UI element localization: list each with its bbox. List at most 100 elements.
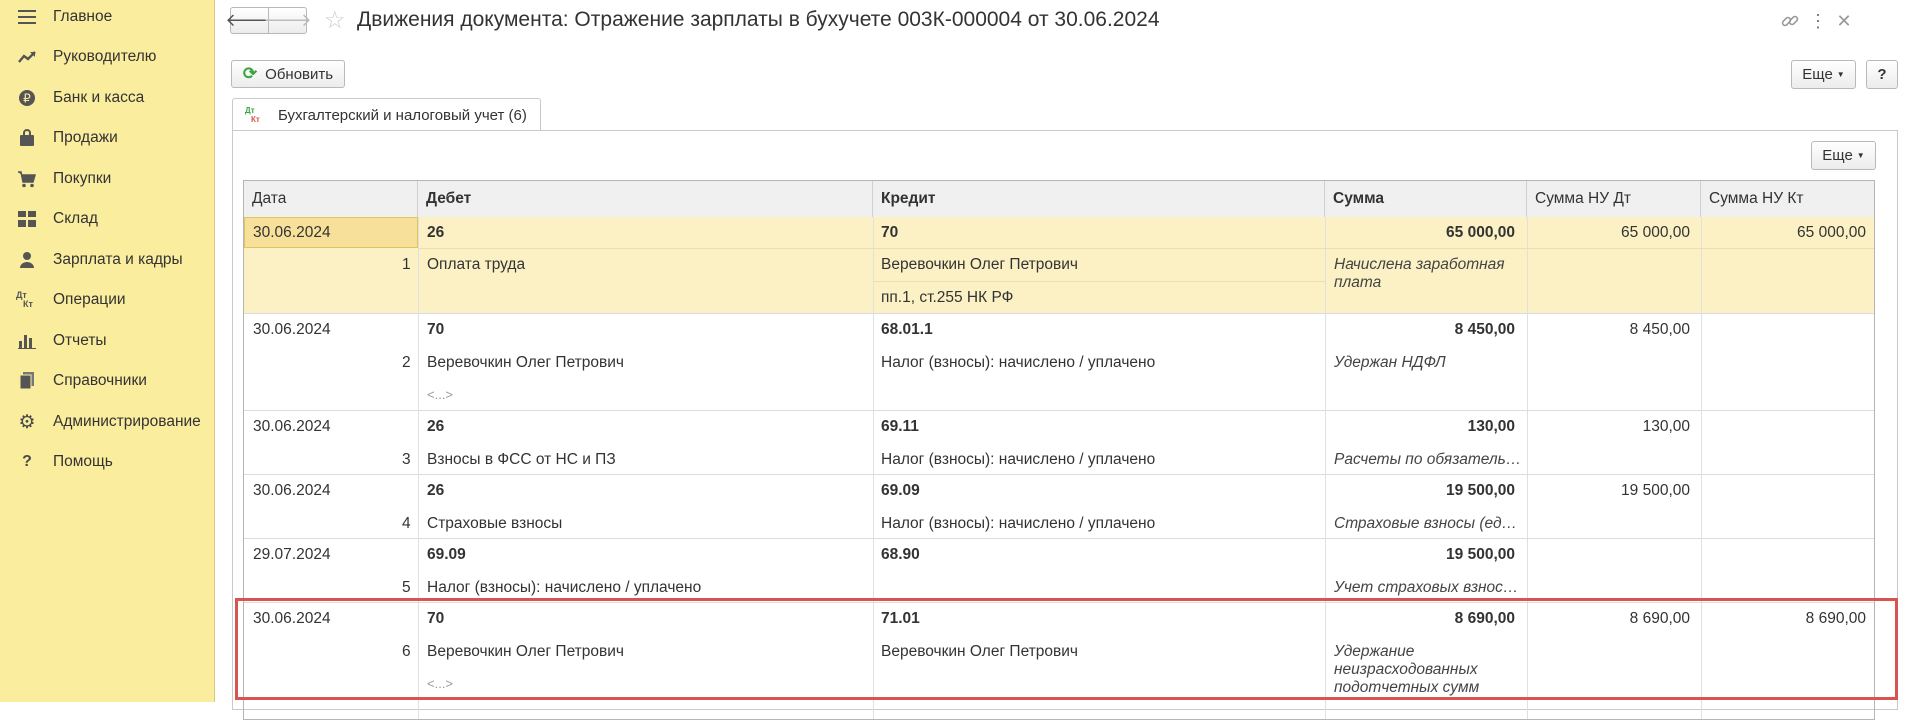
sidebar-item-admin[interactable]: ⚙ Администрирование [0, 402, 215, 442]
sidebar-item-reports[interactable]: Отчеты [0, 321, 215, 361]
column-header-credit[interactable]: Кредит [873, 181, 1325, 217]
cell-sum: 8 690,00 [1454, 610, 1515, 627]
table-row[interactable]: 30.06.2024 2 70 Веревочкин Олег Петрович… [244, 314, 1874, 411]
table-header: Дата Дебет Кредит Сумма Сумма НУ Дт Сумм… [244, 181, 1874, 218]
cell-num: 2 [402, 354, 411, 371]
cell-date: 30.06.2024 [253, 224, 331, 241]
table-row[interactable]: 30.06.2024 1 26 Оплата труда 70 Веревочк… [244, 217, 1874, 314]
cell-debit: 26 [427, 418, 445, 435]
bar-chart-icon [16, 330, 38, 352]
cell-debit-sub: Веревочкин Олег Петрович [427, 643, 624, 660]
dropdown-arrow-icon: ▼ [1856, 151, 1865, 160]
column-header-debit[interactable]: Дебет [418, 181, 873, 217]
cell-sum: 19 500,00 [1446, 482, 1515, 499]
refresh-button[interactable]: ⟳ Обновить [231, 60, 345, 88]
sidebar-item-sales[interactable]: Продажи [0, 118, 215, 158]
cell-num: 1 [402, 256, 411, 273]
bag-icon [16, 127, 38, 149]
help-button[interactable]: ? [1866, 60, 1898, 89]
sidebar-item-label: Покупки [53, 170, 112, 187]
sidebar-item-help[interactable]: ? Помощь [0, 442, 215, 482]
refresh-icon: ⟳ [242, 64, 258, 83]
cell-description: Страховые взносы (ед… [1334, 515, 1518, 532]
cell-credit-sub: Веревочкин Олег Петрович [881, 643, 1078, 660]
cell-debit-sub: Налог (взносы): начислено / уплачено [427, 579, 702, 596]
cell-debit-sub: Оплата труда [427, 256, 526, 273]
forward-button[interactable]: 🡒 [263, 7, 312, 34]
more-vertical-icon[interactable]: ⋮ [1807, 10, 1829, 32]
sidebar-item-references[interactable]: Справочники [0, 361, 215, 401]
sidebar-item-operations[interactable]: Дт Кт Операции [0, 280, 215, 320]
books-icon [16, 370, 38, 392]
cell-sum: 19 500,00 [1446, 546, 1515, 563]
cell-debit: 69.09 [427, 546, 466, 563]
dropdown-arrow-icon: ▼ [1836, 70, 1845, 79]
sidebar-item-bank[interactable]: ₽ Банк и касса [0, 78, 215, 118]
sidebar-item-label: Руководителю [53, 48, 157, 65]
cell-debit: 26 [427, 224, 445, 241]
question-icon: ? [22, 453, 32, 470]
sidebar-item-salary[interactable]: Зарплата и кадры [0, 240, 215, 280]
cell-debit: 70 [427, 321, 445, 338]
page-title: Движения документа: Отражение зарплаты в… [357, 8, 1160, 31]
cell-nu-kt: 8 690,00 [1805, 610, 1866, 627]
dt-kt-icon: Дт Кт [245, 106, 260, 124]
sidebar-item-label: Главное [53, 8, 113, 25]
dt-kt-icon: Дт Кт [16, 289, 38, 311]
more-button[interactable]: Еще ▼ [1791, 60, 1856, 89]
cell-date: 30.06.2024 [253, 610, 331, 627]
sidebar-item-warehouse[interactable]: Склад [0, 199, 215, 239]
menu-icon [16, 6, 38, 28]
cart-icon [16, 168, 38, 190]
cell-description: Начислена заработная плата [1334, 256, 1505, 291]
sidebar: Главное Руководителю ₽ Банк и касса Прод… [0, 0, 215, 702]
cell-credit: 70 [881, 224, 899, 241]
sidebar-item-main[interactable]: Главное [0, 0, 215, 37]
gear-icon: ⚙ [18, 411, 36, 433]
cell-debit-more[interactable]: <...> [427, 387, 453, 402]
cell-credit-sub: Налог (взносы): начислено / уплачено [881, 515, 1156, 532]
trend-icon [16, 46, 38, 68]
column-header-sum[interactable]: Сумма [1325, 181, 1527, 217]
movements-table[interactable]: Дата Дебет Кредит Сумма Сумма НУ Дт Сумм… [243, 180, 1875, 720]
table-row[interactable]: 29.07.2024 5 69.09 Налог (взносы): начис… [244, 539, 1874, 603]
cell-credit-sub: Налог (взносы): начислено / уплачено [881, 354, 1156, 371]
cell-date: 30.06.2024 [253, 418, 331, 435]
link-icon[interactable] [1779, 10, 1801, 32]
table-more-button[interactable]: Еще ▼ [1811, 141, 1876, 170]
column-header-date[interactable]: Дата [244, 181, 418, 217]
person-icon [16, 249, 38, 271]
cell-credit-sub: Налог (взносы): начислено / уплачено [881, 451, 1156, 468]
table-row[interactable]: 30.06.2024 6 70 Веревочкин Олег Петрович… [244, 603, 1874, 719]
cell-date: 30.06.2024 [253, 321, 331, 338]
cell-debit: 70 [427, 610, 445, 627]
table-row[interactable]: 30.06.2024 4 26 Страховые взносы 69.09 Н… [244, 475, 1874, 539]
sidebar-item-purchases[interactable]: Покупки [0, 159, 215, 199]
main-area: 🡐 🡒 ☆ Движения документа: Отражение зарп… [216, 0, 1920, 720]
cell-nu-kt: 65 000,00 [1797, 224, 1866, 241]
sidebar-item-label: Банк и касса [53, 89, 145, 106]
dt-label: Дт [245, 106, 255, 115]
cell-num: 3 [402, 451, 411, 468]
cell-nu-dt: 19 500,00 [1621, 482, 1690, 499]
kt-label: Кт [23, 299, 33, 309]
cell-nu-dt: 65 000,00 [1621, 224, 1690, 241]
cell-credit: 68.01.1 [881, 321, 933, 338]
cell-nu-dt: 8 450,00 [1629, 321, 1690, 338]
column-header-sum-nu-dt[interactable]: Сумма НУ Дт [1527, 181, 1701, 217]
star-icon[interactable]: ☆ [324, 6, 346, 35]
ruble-icon: ₽ [16, 87, 38, 109]
cell-description: Расчеты по обязатель… [1334, 451, 1522, 468]
column-header-sum-nu-kt[interactable]: Сумма НУ Кт [1701, 181, 1874, 217]
tab-label: Бухгалтерский и налоговый учет (6) [278, 106, 527, 124]
cell-debit-more[interactable]: <...> [427, 676, 453, 691]
warehouse-icon [16, 208, 38, 230]
tab-accounting[interactable]: Дт Кт Бухгалтерский и налоговый учет (6) [232, 98, 541, 131]
close-icon[interactable]: ✕ [1833, 10, 1855, 32]
kt-label: Кт [251, 115, 260, 124]
cell-credit: 69.11 [881, 418, 919, 435]
sidebar-item-manager[interactable]: Руководителю [0, 37, 215, 77]
cell-description: Учет страховых взнос… [1334, 579, 1519, 596]
more-label: Еще [1802, 66, 1833, 83]
table-row[interactable]: 30.06.2024 3 26 Взносы в ФСС от НС и ПЗ … [244, 411, 1874, 475]
